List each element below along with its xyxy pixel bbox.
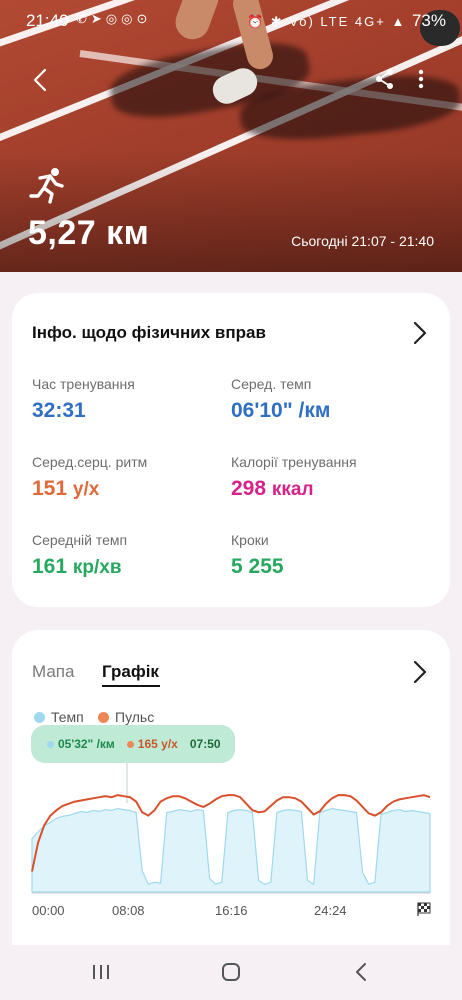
metric-steps: Кроки 5 255 (231, 532, 431, 579)
recent-apps-icon (93, 965, 109, 979)
metric-value: 298 ккал (231, 477, 314, 500)
battery-level: 73% (411, 11, 446, 30)
home-button[interactable] (216, 959, 246, 985)
chevron-right-icon[interactable] (410, 320, 430, 346)
metric-calories: Калорії тренування 298 ккал (231, 454, 431, 501)
more-options-button[interactable] (410, 64, 432, 94)
metric-value: 32:31 (32, 399, 86, 422)
running-icon (29, 168, 64, 204)
metric-value: 06'10" /км (231, 399, 331, 422)
alarm-icon: ⏰ (246, 14, 266, 29)
back-icon (356, 963, 366, 981)
metric-label: Серед.серц. ритм (32, 454, 148, 470)
graph-card: Мапа Графік Темп Пульс 05'32" /км 165 у/… (12, 630, 450, 970)
metric-workout-time: Час тренування 32:31 (32, 376, 232, 423)
x-tick-label: 00:00 (32, 903, 65, 918)
x-tick-label: 08:08 (112, 903, 145, 918)
share-button[interactable] (372, 64, 398, 94)
pace-heart-rate-chart[interactable] (12, 630, 450, 930)
x-tick-label: 24:24 (314, 903, 347, 918)
workout-date-range: Сьогодні 21:07 - 21:40 (291, 233, 434, 249)
workout-hero-image: 21:40 ✆➤◎◎⊙ ⏰ ✱ Vo) LTE 4G+ ▲ 73% 5,27 к… (0, 0, 462, 272)
home-icon (222, 963, 240, 981)
share-icon (376, 69, 393, 89)
status-right: ⏰ ✱ Vo) LTE 4G+ ▲ 73% (247, 11, 446, 31)
metric-label: Серед. темп (231, 376, 312, 392)
system-navigation-bar (0, 945, 462, 1000)
metric-avg-cadence: Середній темп 161 кр/хв (32, 532, 232, 579)
network-label: Vo) LTE 4G+ (289, 14, 386, 29)
finish-flag-icon (417, 902, 431, 916)
workout-distance: 5,27 км (28, 214, 150, 252)
status-time: 21:40 (26, 11, 69, 30)
metric-avg-heart-rate: Серед.серц. ритм 151 у/х (32, 454, 232, 501)
back-nav-button[interactable] (346, 959, 376, 985)
pace-series-area (31, 807, 431, 893)
metric-value: 151 у/х (32, 477, 100, 500)
metric-label: Час тренування (32, 376, 135, 392)
metric-avg-pace: Серед. темп 06'10" /км (231, 376, 431, 423)
hero-shade (0, 152, 462, 272)
bluetooth-icon: ✱ (270, 14, 284, 29)
exercise-info-card: Інфо. щодо фізичних вправ Час тренування… (12, 293, 450, 607)
chevron-left-icon (33, 68, 47, 92)
metric-label: Кроки (231, 532, 269, 548)
signal-icon: ▲ (391, 14, 407, 29)
exercise-info-title[interactable]: Інфо. щодо фізичних вправ (32, 323, 266, 343)
back-button[interactable] (26, 64, 54, 96)
notification-icons: ✆➤◎◎⊙ (76, 11, 152, 26)
metric-value: 161 кр/хв (32, 555, 122, 578)
metric-value: 5 255 (231, 555, 284, 578)
recent-apps-button[interactable] (86, 959, 116, 985)
x-tick-label: 16:16 (215, 903, 248, 918)
status-bar: 21:40 ✆➤◎◎⊙ ⏰ ✱ Vo) LTE 4G+ ▲ 73% (0, 0, 462, 40)
more-vertical-icon (418, 69, 424, 89)
metric-label: Середній темп (32, 532, 128, 548)
metric-label: Калорії тренування (231, 454, 357, 470)
